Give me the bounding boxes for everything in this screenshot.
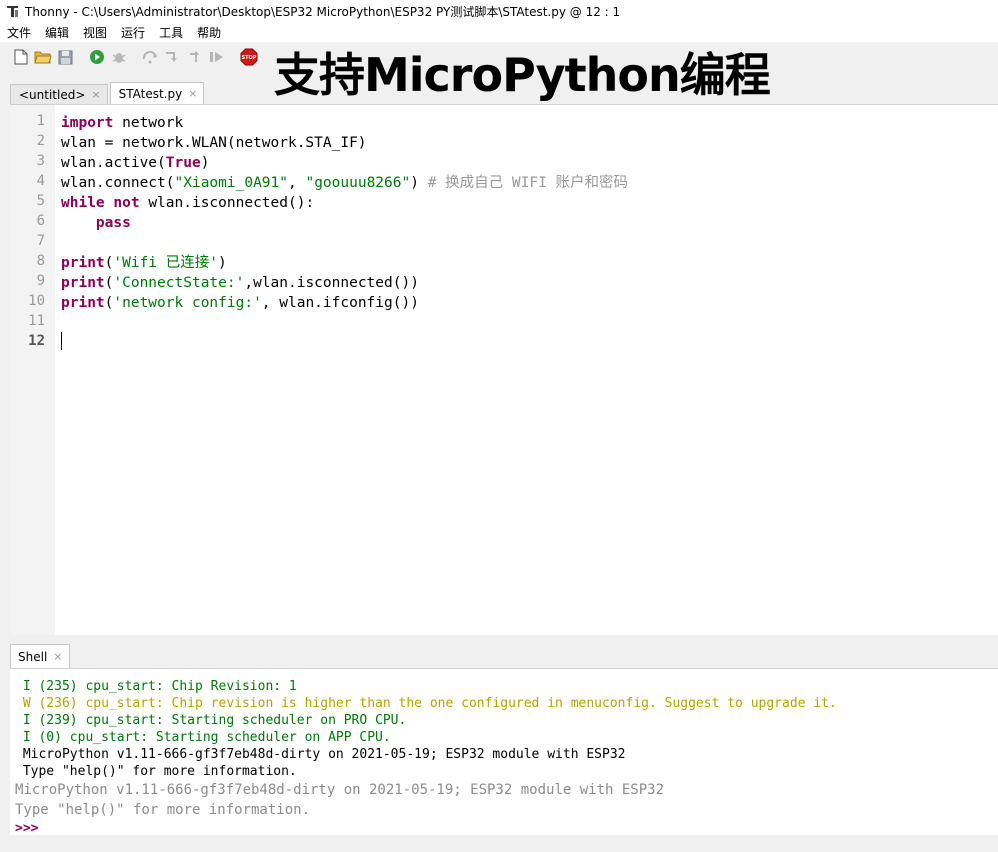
- tab-label: <untitled>: [19, 87, 86, 102]
- step-into-icon[interactable]: [164, 48, 182, 66]
- code-token: print: [61, 275, 105, 291]
- step-out-icon[interactable]: [186, 48, 204, 66]
- shell-tabs: Shell ×: [10, 644, 70, 668]
- shell-line: MicroPython v1.11-666-gf3f7eb48d-dirty o…: [15, 747, 626, 762]
- menu-view[interactable]: 视图: [76, 24, 114, 41]
- line-number-current: 12: [28, 333, 45, 349]
- new-file-icon[interactable]: [12, 48, 30, 66]
- code-token: ,: [288, 175, 306, 191]
- code-token: network: [113, 115, 184, 131]
- save-icon[interactable]: [56, 48, 74, 66]
- code-token: wlan.connect(: [61, 175, 175, 191]
- resume-icon[interactable]: [208, 48, 226, 66]
- code-token: print: [61, 255, 105, 271]
- open-file-icon[interactable]: [34, 48, 52, 66]
- line-number: 7: [36, 233, 45, 249]
- text-cursor: [61, 332, 62, 350]
- code-comment: # 换成自己 WIFI 账户和密码: [427, 175, 629, 191]
- shell-banner-line: Type "help()" for more information.: [15, 802, 311, 818]
- editor-tabs: <untitled> × STAtest.py ×: [10, 82, 206, 104]
- code-token: 'ConnectState:': [113, 275, 245, 291]
- code-token: ): [218, 255, 227, 271]
- thonny-app-icon: [5, 4, 19, 18]
- window-title: Thonny - C:\Users\Administrator\Desktop\…: [25, 4, 621, 19]
- tab-label: STAtest.py: [118, 86, 183, 101]
- menu-run[interactable]: 运行: [114, 24, 152, 41]
- shell-output: I (xxx) cpu_start: Pro cpu up. I (235) c…: [15, 669, 837, 836]
- line-number: 6: [36, 213, 45, 229]
- shell-line: W (236) cpu_start: Chip revision is high…: [15, 696, 837, 711]
- menu-tools[interactable]: 工具: [152, 24, 190, 41]
- line-number: 9: [36, 273, 45, 289]
- debug-icon[interactable]: [110, 48, 128, 66]
- step-over-icon[interactable]: [142, 48, 160, 66]
- line-number: 3: [36, 153, 45, 169]
- line-number: 10: [28, 293, 45, 309]
- menu-help[interactable]: 帮助: [190, 24, 228, 41]
- code-token: print: [61, 295, 105, 311]
- status-strip: [0, 835, 998, 852]
- shell-line: I (0) cpu_start: Starting scheduler on A…: [15, 730, 391, 745]
- code-token: ): [200, 155, 210, 171]
- shell-line: Type "help()" for more information.: [15, 764, 297, 779]
- close-icon[interactable]: ×: [188, 87, 197, 100]
- code-token: "Xiaomi_0A91": [174, 175, 289, 191]
- stop-icon[interactable]: STOP: [240, 48, 258, 66]
- tab-statest-py[interactable]: STAtest.py ×: [109, 82, 205, 104]
- code-token: pass: [95, 215, 131, 231]
- line-number: 2: [36, 133, 45, 149]
- code-token: while: [61, 195, 105, 211]
- code-text[interactable]: import network wlan = network.WLAN(netwo…: [61, 113, 628, 313]
- code-token: , wlan.ifconfig()): [261, 295, 419, 311]
- code-editor[interactable]: 1 2 3 4 5 6 7 8 9 10 11 12 import networ…: [10, 104, 998, 635]
- close-icon[interactable]: ×: [53, 650, 62, 663]
- code-token: wlan.active(: [61, 155, 166, 171]
- line-number: 5: [36, 193, 45, 209]
- stop-icon-label: STOP: [242, 55, 257, 61]
- shell-panel[interactable]: I (xxx) cpu_start: Pro cpu up. I (235) c…: [10, 668, 998, 836]
- banner-title: 支持MicroPython编程: [274, 48, 771, 102]
- line-number: 8: [36, 253, 45, 269]
- code-token: wlan.isconnected():: [139, 195, 315, 211]
- shell-banner-line: MicroPython v1.11-666-gf3f7eb48d-dirty o…: [15, 782, 665, 798]
- menu-edit[interactable]: 编辑: [38, 24, 76, 41]
- line-number-gutter: 1 2 3 4 5 6 7 8 9 10 11 12: [10, 105, 55, 635]
- tab-shell[interactable]: Shell ×: [10, 644, 70, 668]
- line-number: 11: [28, 313, 45, 329]
- code-token: import: [61, 115, 114, 131]
- code-token: True: [165, 155, 201, 171]
- line-number: 4: [36, 173, 45, 189]
- code-token: wlan = network.WLAN(network.STA_IF): [61, 135, 367, 151]
- code-token: ,wlan.isconnected()): [244, 275, 419, 291]
- menu-file[interactable]: 文件: [0, 24, 38, 41]
- code-token: "goouuu8266": [305, 175, 411, 191]
- tab-label: Shell: [18, 649, 48, 664]
- code-token: 'Wifi 已连接': [113, 255, 218, 271]
- shell-prompt[interactable]: >>>: [15, 821, 38, 836]
- run-icon[interactable]: [88, 48, 106, 66]
- code-token: not: [113, 195, 140, 211]
- title-bar: Thonny - C:\Users\Administrator\Desktop\…: [0, 0, 998, 22]
- shell-line: I (239) cpu_start: Starting scheduler on…: [15, 713, 407, 728]
- tab-untitled[interactable]: <untitled> ×: [10, 84, 108, 104]
- line-number: 1: [36, 113, 45, 129]
- code-token: 'network config:': [113, 295, 262, 311]
- code-token: ): [410, 175, 428, 191]
- shell-line: I (235) cpu_start: Chip Revision: 1: [15, 679, 297, 694]
- menu-bar: 文件 编辑 视图 运行 工具 帮助: [0, 22, 998, 42]
- close-icon[interactable]: ×: [91, 88, 100, 101]
